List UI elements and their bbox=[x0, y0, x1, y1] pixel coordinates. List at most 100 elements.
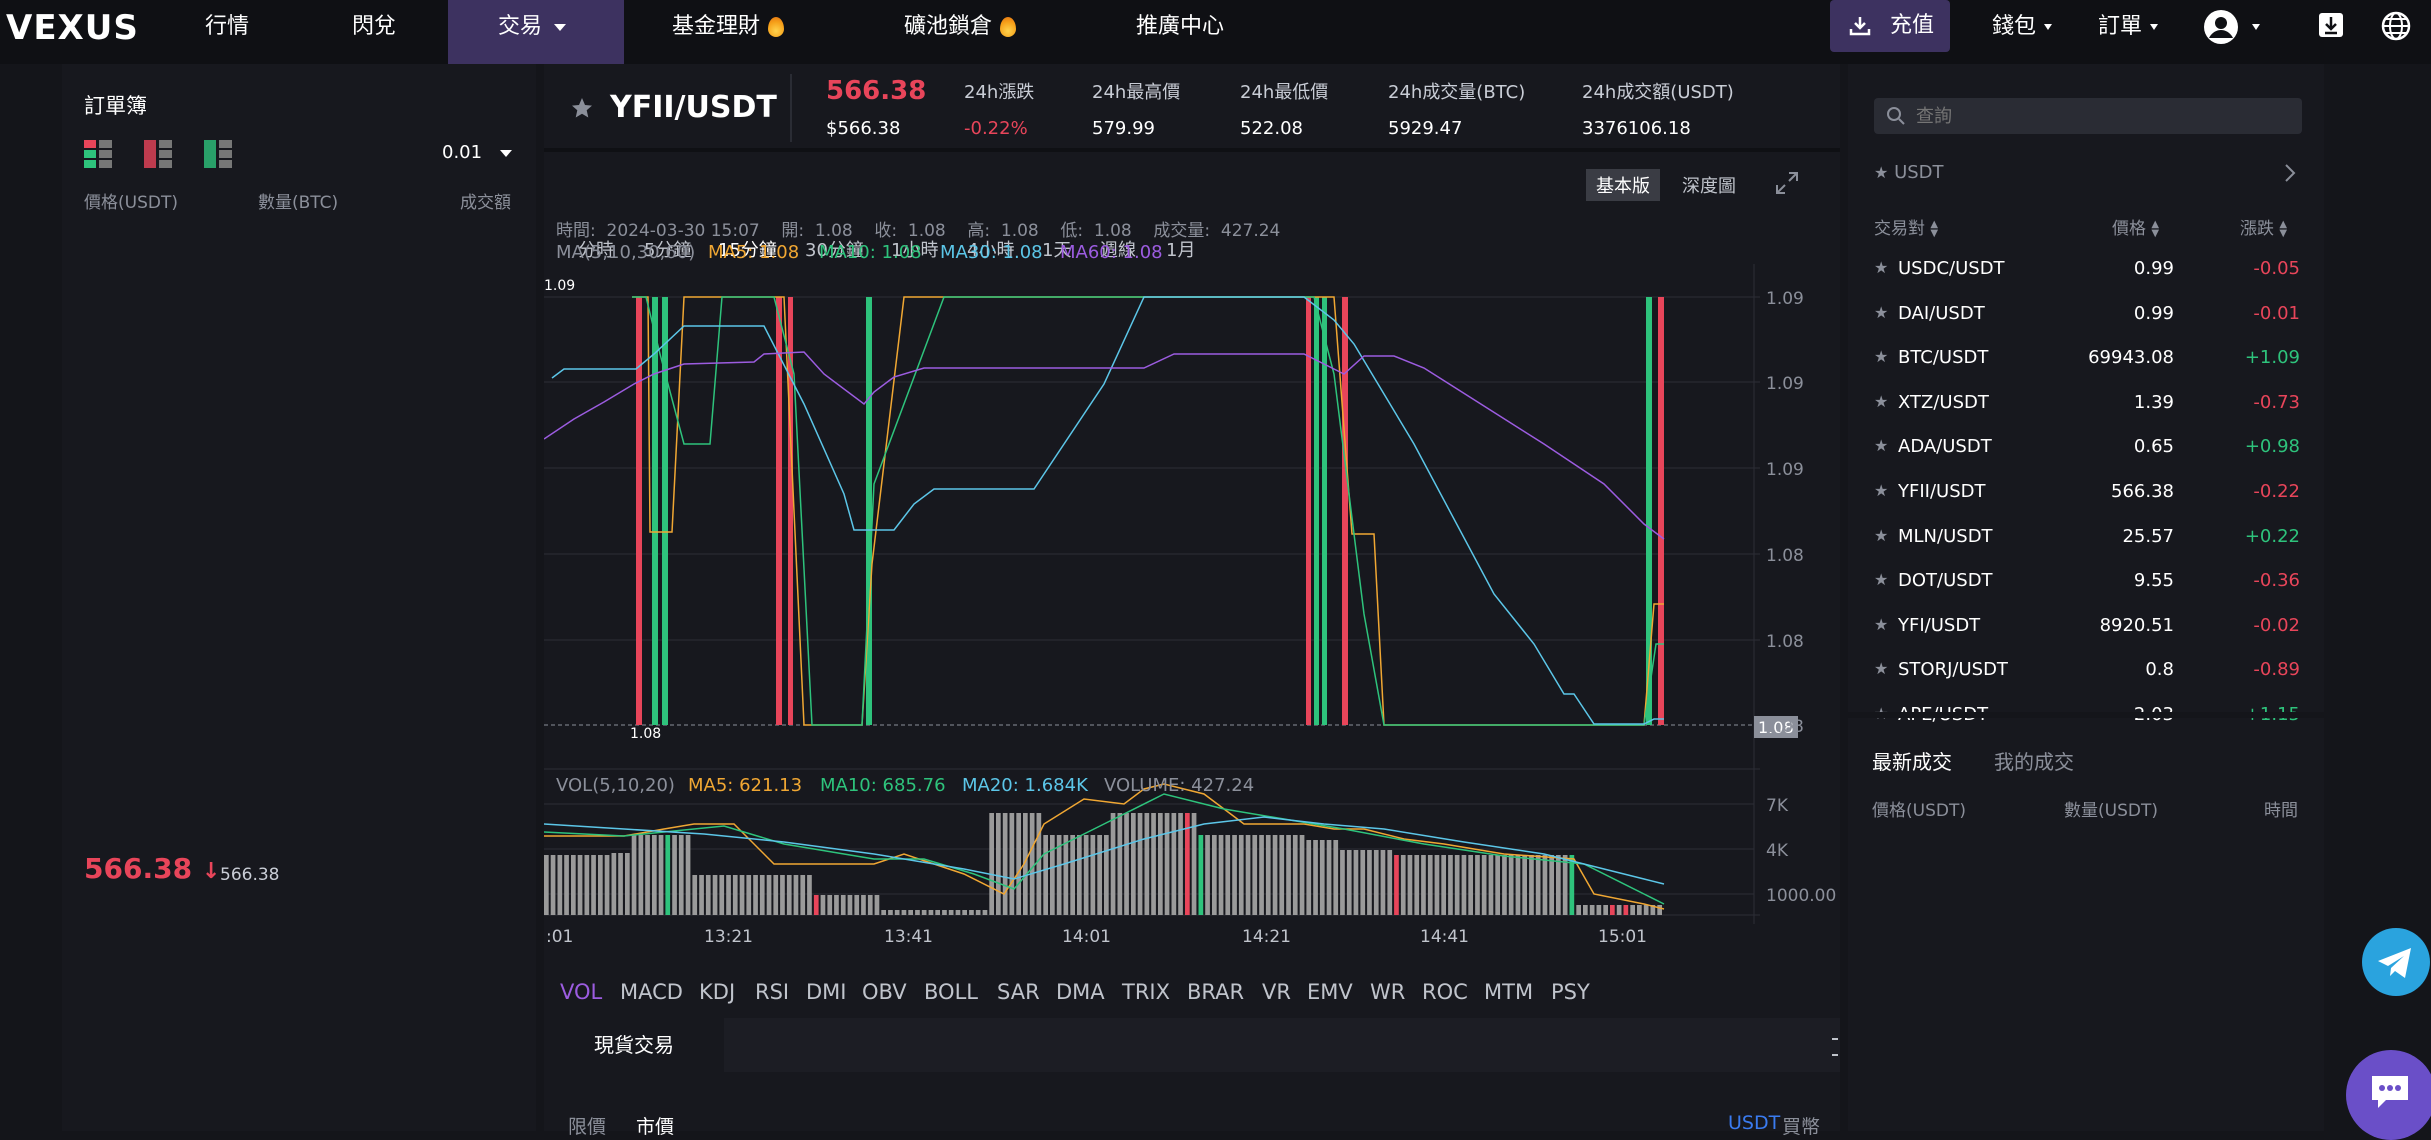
col-change[interactable]: 漲跌 ▲ ▼ bbox=[2240, 214, 2287, 239]
precision-select[interactable]: 0.01 bbox=[442, 142, 513, 163]
star-icon[interactable]: ★ bbox=[1874, 481, 1888, 500]
tab-spot-trade[interactable]: 現貨交易 bbox=[544, 1018, 724, 1072]
nav-trade[interactable]: 交易 bbox=[448, 0, 624, 64]
ind-obv[interactable]: OBV bbox=[862, 980, 907, 1004]
fire-icon bbox=[768, 17, 785, 37]
market-row[interactable]: ★ YFI/USDT 8920.51 -0.02 bbox=[1848, 603, 2324, 647]
ind-kdj[interactable]: KDJ bbox=[699, 980, 735, 1004]
market-row[interactable]: ★ DAI/USDT 0.99 -0.01 bbox=[1848, 291, 2324, 335]
tab-my-trades[interactable]: 我的成交 bbox=[1994, 746, 2074, 775]
market-row[interactable]: ★ XTZ/USDT 1.39 -0.73 bbox=[1848, 380, 2324, 424]
fullscreen-icon[interactable] bbox=[1774, 170, 1800, 196]
volume-bar bbox=[1495, 855, 1500, 915]
volume-bar bbox=[1596, 905, 1602, 915]
basic-chart-button[interactable]: 基本版 bbox=[1586, 169, 1660, 201]
account-menu[interactable] bbox=[2203, 0, 2260, 64]
ind-vr[interactable]: VR bbox=[1262, 980, 1291, 1004]
ind-emv[interactable]: EMV bbox=[1307, 980, 1353, 1004]
ind-wr[interactable]: WR bbox=[1370, 980, 1405, 1004]
search-input[interactable] bbox=[1914, 102, 2284, 130]
trade-tabs bbox=[544, 1018, 1840, 1072]
ind-psy[interactable]: PSY bbox=[1551, 980, 1590, 1004]
market-row[interactable]: ★ STORJ/USDT 0.8 -0.89 bbox=[1848, 647, 2324, 691]
wallet-menu[interactable]: 錢包 bbox=[1992, 0, 2053, 64]
market-row-pair: BTC/USDT bbox=[1898, 347, 1989, 369]
nav-pool[interactable]: 礦池鎖倉 bbox=[904, 0, 1017, 64]
ind-roc[interactable]: ROC bbox=[1422, 980, 1468, 1004]
ind-dmi[interactable]: DMI bbox=[806, 980, 846, 1004]
order-book-asks-icon[interactable] bbox=[144, 140, 172, 168]
kline-chart[interactable]: 1.09 1.08 1.08 1.09 1.09 1.09 1.08 1.08 … bbox=[544, 264, 1840, 1004]
col-pair[interactable]: 交易對 ▲ ▼ bbox=[1874, 214, 1938, 239]
nav-fund[interactable]: 基金理財 bbox=[672, 0, 785, 64]
order-book-both-icon[interactable] bbox=[84, 140, 112, 168]
top-nav: VEXUS 行情 閃兌 交易 基金理財 礦池鎖倉 推廣中心 充值 錢包 訂單 bbox=[0, 0, 2431, 64]
telegram-icon[interactable] bbox=[2362, 928, 2430, 996]
search-box[interactable] bbox=[1874, 98, 2302, 134]
ind-trix[interactable]: TRIX bbox=[1122, 980, 1170, 1004]
market-row[interactable]: ★ DOT/USDT 9.55 -0.36 bbox=[1848, 558, 2324, 602]
chevron-right-icon[interactable] bbox=[2282, 162, 2298, 184]
star-icon[interactable]: ★ bbox=[1874, 392, 1888, 411]
tab-latest-trades[interactable]: 最新成交 bbox=[1872, 746, 1952, 775]
market-group[interactable]: ★ USDT bbox=[1874, 162, 1944, 183]
orders-menu[interactable]: 訂單 bbox=[2098, 0, 2159, 64]
ind-macd[interactable]: MACD bbox=[620, 980, 683, 1004]
menu-icon[interactable] bbox=[1832, 1038, 1838, 1056]
market-row[interactable]: ★ MLN/USDT 25.57 +0.22 bbox=[1848, 514, 2324, 558]
ind-vol[interactable]: VOL bbox=[560, 980, 602, 1004]
axis-vol-1: 7K bbox=[1766, 796, 1789, 816]
volume-bar bbox=[1265, 835, 1271, 915]
col-market-price[interactable]: 價格 ▲ ▼ bbox=[2112, 214, 2159, 239]
chat-button[interactable] bbox=[2346, 1050, 2431, 1140]
market-row[interactable]: ★ ADA/USDT 0.65 +0.98 bbox=[1848, 424, 2324, 468]
globe-icon[interactable] bbox=[2380, 10, 2412, 42]
nav-swap[interactable]: 閃兌 bbox=[352, 0, 396, 64]
fire-icon bbox=[1000, 17, 1017, 37]
market-row[interactable]: ★ YFII/USDT 566.38 -0.22 bbox=[1848, 469, 2324, 513]
volume-bar bbox=[1468, 855, 1473, 915]
volume-bar bbox=[550, 855, 556, 915]
volume-bar bbox=[1245, 835, 1251, 915]
ind-dma[interactable]: DMA bbox=[1056, 980, 1105, 1004]
market-row[interactable]: ★ USDC/USDT 0.99 -0.05 bbox=[1848, 246, 2324, 290]
ind-sar[interactable]: SAR bbox=[997, 980, 1040, 1004]
nav-promotion[interactable]: 推廣中心 bbox=[1136, 0, 1224, 64]
star-icon[interactable]: ★ bbox=[1874, 436, 1888, 455]
star-icon[interactable]: ★ bbox=[1874, 615, 1888, 634]
download-app-icon[interactable] bbox=[2316, 10, 2346, 40]
recharge-button[interactable]: 充值 bbox=[1830, 0, 1950, 52]
tab-limit[interactable]: 限價 bbox=[568, 1112, 606, 1139]
volume-bar bbox=[759, 875, 765, 915]
volume-bar bbox=[820, 895, 826, 915]
star-icon[interactable]: ★ bbox=[1874, 347, 1888, 366]
star-icon[interactable]: ★ bbox=[1874, 570, 1888, 589]
ind-rsi[interactable]: RSI bbox=[755, 980, 789, 1004]
order-book-bids-icon[interactable] bbox=[204, 140, 232, 168]
divider bbox=[1848, 712, 2324, 718]
volume-bar bbox=[1481, 855, 1487, 915]
star-icon[interactable]: ★ bbox=[1874, 258, 1888, 277]
star-icon[interactable]: ★ bbox=[1874, 526, 1888, 545]
market-row[interactable]: ★ BTC/USDT 69943.08 +1.09 bbox=[1848, 335, 2324, 379]
star-icon[interactable]: ★ bbox=[1874, 303, 1888, 322]
volume-bar bbox=[1569, 855, 1575, 915]
volume-bar bbox=[1238, 835, 1244, 915]
volume-bar bbox=[719, 875, 725, 915]
volume-bar bbox=[658, 835, 664, 915]
ind-brar[interactable]: BRAR bbox=[1187, 980, 1244, 1004]
ind-boll[interactable]: BOLL bbox=[924, 980, 978, 1004]
axis-vol-2: 4K bbox=[1766, 841, 1789, 861]
ind-mtm[interactable]: MTM bbox=[1484, 980, 1533, 1004]
volume-bar bbox=[1299, 835, 1305, 915]
nav-market[interactable]: 行情 bbox=[205, 0, 249, 64]
ticker-price-usd: $566.38 bbox=[826, 118, 901, 139]
volume-bar bbox=[705, 875, 711, 915]
tab-market-order[interactable]: 市價 bbox=[636, 1112, 674, 1139]
logo[interactable]: VEXUS bbox=[6, 8, 139, 48]
stat-volume-label: 24h成交量(BTC) bbox=[1388, 82, 1526, 103]
depth-chart-button[interactable]: 深度圖 bbox=[1682, 172, 1736, 198]
axis-time-7: 15:01 bbox=[1598, 927, 1647, 947]
star-icon[interactable]: ★ bbox=[1874, 659, 1888, 678]
favorite-star-icon[interactable] bbox=[570, 96, 594, 120]
